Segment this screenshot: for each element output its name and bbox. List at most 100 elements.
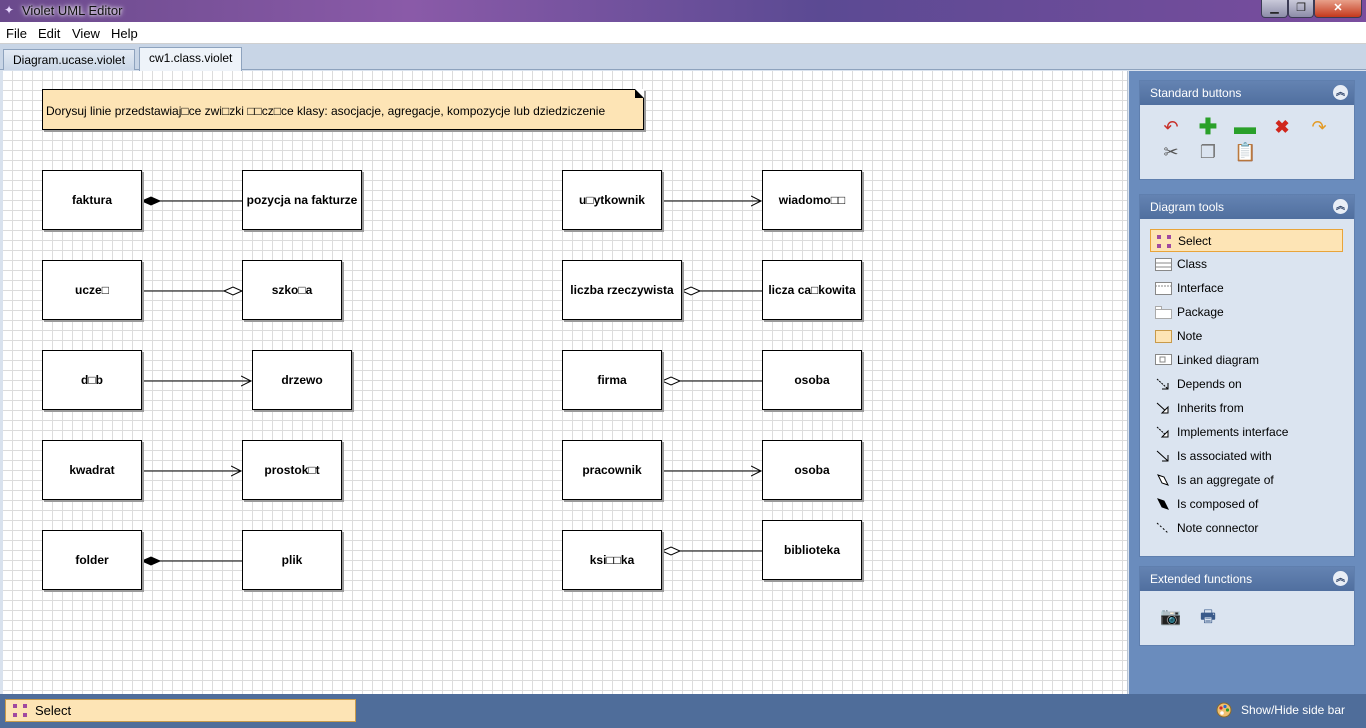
menu-edit[interactable]: Edit [38, 26, 60, 41]
close-button[interactable]: ✕ [1314, 0, 1362, 18]
tool-label: Select [1178, 234, 1212, 248]
class-node[interactable]: liczba rzeczywista [562, 260, 682, 320]
copy-icon[interactable]: ❐ [1197, 141, 1219, 163]
class-node[interactable]: ucze□ [42, 260, 142, 320]
tool-label: Is associated with [1177, 449, 1272, 463]
class-node[interactable]: ksi□□ka [562, 530, 662, 590]
aggregation-icon [1157, 474, 1169, 486]
aggregation-diamond [222, 286, 244, 296]
menu-bar: File Edit View Help [0, 22, 1366, 44]
current-tool-label: Select [35, 703, 72, 718]
minimize-button[interactable]: ▁ [1261, 0, 1288, 18]
printer-icon[interactable]: 🖶 [1197, 606, 1219, 628]
tab-strip: Diagram.ucase.violet cw1.class.violet [0, 44, 1366, 71]
collapse-icon[interactable]: ︽ [1333, 571, 1348, 586]
class-node[interactable]: firma [562, 350, 662, 410]
tool-label: Package [1177, 305, 1224, 319]
tool-interface[interactable]: Interface [1150, 277, 1343, 300]
class-node[interactable]: kwadrat [42, 440, 142, 500]
note-fold-corner [635, 89, 644, 98]
window-title: Violet UML Editor [22, 3, 123, 18]
tool-label: Implements interface [1177, 425, 1289, 439]
tool-composition[interactable]: Is composed of [1150, 493, 1343, 516]
camera-icon[interactable]: 📷 [1160, 606, 1182, 628]
tool-label: Inherits from [1177, 401, 1244, 415]
dependency-icon [1156, 378, 1169, 390]
tool-aggregation[interactable]: Is an aggregate of [1150, 469, 1343, 492]
show-hide-sidebar-button[interactable]: Show/Hide side bar [1241, 703, 1345, 717]
implementation-icon [1156, 426, 1169, 438]
class-node[interactable]: szko□a [242, 260, 342, 320]
paste-icon[interactable]: 📋 [1234, 141, 1256, 163]
tool-inherits-from[interactable]: Inherits from [1150, 397, 1343, 420]
collapse-icon[interactable]: ︽ [1333, 85, 1348, 100]
tool-class[interactable]: Class [1150, 253, 1343, 276]
class-node[interactable]: u□ytkownik [562, 170, 662, 230]
maximize-button[interactable]: ❐ [1288, 0, 1314, 18]
class-node[interactable]: wiadomo□□ [762, 170, 862, 230]
linked-diagram-icon [1155, 354, 1172, 365]
class-node[interactable]: pozycja na fakturze [242, 170, 362, 230]
tab-cw1-class[interactable]: cw1.class.violet [139, 47, 243, 71]
panel-header: Diagram tools ︽ [1140, 195, 1354, 219]
tool-select[interactable]: Select [1150, 229, 1343, 252]
violet-app-icon: ✦ [4, 3, 15, 17]
panel-title: Extended functions [1150, 572, 1253, 586]
tool-label: Depends on [1177, 377, 1242, 391]
composition-diamond [140, 556, 162, 566]
collapse-icon[interactable]: ︽ [1333, 199, 1348, 214]
class-icon [1155, 258, 1172, 271]
status-bar: Select Show/Hide side bar [0, 694, 1366, 728]
tool-depends-on[interactable]: Depends on [1150, 373, 1343, 396]
palette-icon[interactable] [1216, 702, 1232, 718]
class-node[interactable]: osoba [762, 350, 862, 410]
tool-label: Is an aggregate of [1177, 473, 1274, 487]
tool-label: Note [1177, 329, 1203, 343]
inheritance-icon [1156, 402, 1169, 414]
menu-view[interactable]: View [72, 26, 100, 41]
tool-package[interactable]: Package [1150, 301, 1343, 324]
standard-buttons-panel: Standard buttons ︽ ↶ ✚ ▬ ✖ ↷ ✂ ❐ 📋 [1139, 80, 1355, 180]
note-connector-icon [1156, 522, 1169, 534]
package-icon [1155, 306, 1172, 319]
select-icon [13, 704, 27, 717]
redo-icon[interactable]: ↷ [1308, 116, 1330, 138]
diagram-tools-panel: Diagram tools ︽ Select Class Interface P… [1139, 194, 1355, 557]
tab-diagram-ucase[interactable]: Diagram.ucase.violet [3, 49, 136, 70]
composition-diamond [140, 196, 162, 206]
class-node[interactable]: biblioteka [762, 520, 862, 580]
class-node[interactable]: licza ca□kowita [762, 260, 862, 320]
zoom-out-icon[interactable]: ▬ [1234, 116, 1256, 138]
menu-help[interactable]: Help [111, 26, 138, 41]
current-tool-indicator: Select [5, 699, 356, 722]
class-node[interactable]: pracownik [562, 440, 662, 500]
zoom-in-icon[interactable]: ✚ [1197, 116, 1219, 138]
tool-implements-interface[interactable]: Implements interface [1150, 421, 1343, 444]
interface-icon [1155, 282, 1172, 295]
class-node[interactable]: plik [242, 530, 342, 590]
panel-title: Standard buttons [1150, 86, 1242, 100]
note-element[interactable]: Dorysuj linie przedstawiaj□ce zwi□zki □□… [42, 89, 644, 130]
class-node[interactable]: osoba [762, 440, 862, 500]
class-node[interactable]: drzewo [252, 350, 352, 410]
undo-icon[interactable]: ↶ [1160, 116, 1182, 138]
delete-icon[interactable]: ✖ [1271, 116, 1293, 138]
class-node[interactable]: folder [42, 530, 142, 590]
panel-header: Standard buttons ︽ [1140, 81, 1354, 105]
class-node[interactable]: d□b [42, 350, 142, 410]
menu-file[interactable]: File [6, 26, 27, 41]
side-bar: Standard buttons ︽ ↶ ✚ ▬ ✖ ↷ ✂ ❐ 📋 Diagr… [1129, 71, 1366, 694]
cut-icon[interactable]: ✂ [1160, 141, 1182, 163]
extended-functions-panel: Extended functions ︽ 📷 🖶 [1139, 566, 1355, 646]
class-node[interactable]: prostok□t [242, 440, 342, 500]
panel-header: Extended functions ︽ [1140, 567, 1354, 591]
tool-note-connector[interactable]: Note connector [1150, 517, 1343, 540]
class-node[interactable]: faktura [42, 170, 142, 230]
tool-note[interactable]: Note [1150, 325, 1343, 348]
composition-icon [1157, 498, 1169, 510]
tool-association[interactable]: Is associated with [1150, 445, 1343, 468]
tool-linked-diagram[interactable]: Linked diagram [1150, 349, 1343, 372]
tool-label: Interface [1177, 281, 1224, 295]
diagram-canvas[interactable]: Dorysuj linie przedstawiaj□ce zwi□zki □□… [3, 71, 1128, 694]
select-icon [1157, 235, 1171, 248]
